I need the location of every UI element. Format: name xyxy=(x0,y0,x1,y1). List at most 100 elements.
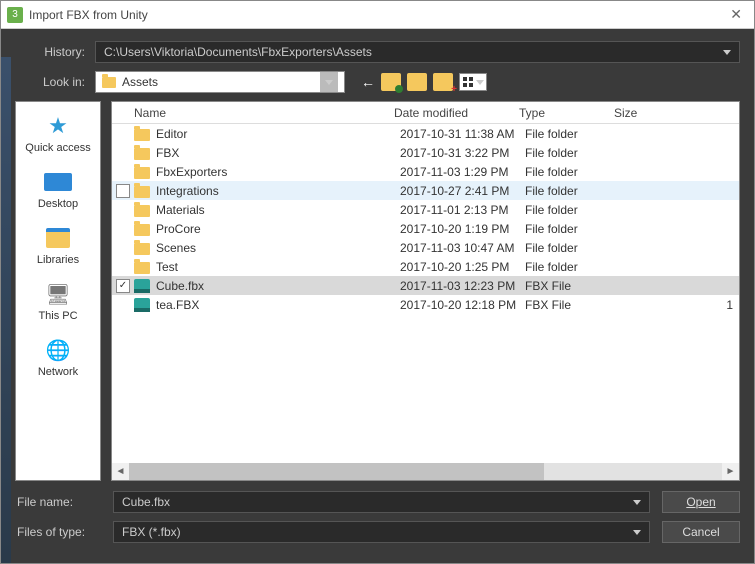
file-name: Materials xyxy=(156,203,400,217)
up-folder-icon[interactable] xyxy=(381,73,401,91)
file-size: 1 xyxy=(620,298,739,312)
column-headers: Name Date modified Type Size xyxy=(112,102,739,124)
chevron-down-icon xyxy=(723,50,731,55)
libraries-icon xyxy=(46,228,70,248)
chevron-down-icon xyxy=(476,80,484,85)
col-type[interactable]: Type xyxy=(519,106,614,120)
file-type: File folder xyxy=(525,241,620,255)
folder-icon xyxy=(102,77,116,88)
checkbox[interactable] xyxy=(116,184,130,198)
filetype-label: Files of type: xyxy=(15,525,101,539)
file-name: FbxExporters xyxy=(156,165,400,179)
view-menu-button[interactable] xyxy=(459,73,487,91)
bottom-controls: File name: Cube.fbx Open Files of type: … xyxy=(1,481,740,551)
file-row[interactable]: Integrations2017-10-27 2:41 PMFile folde… xyxy=(112,181,739,200)
star-icon: ★ xyxy=(48,113,68,139)
nav-toolbar: ← xyxy=(361,73,487,91)
chevron-down-icon xyxy=(320,72,338,92)
file-date: 2017-11-03 10:47 AM xyxy=(400,241,525,255)
dialog-body: History: C:\Users\Viktoria\Documents\Fbx… xyxy=(1,29,754,563)
new-folder-icon[interactable] xyxy=(433,73,453,91)
desktop-icon xyxy=(44,173,72,191)
col-name[interactable]: Name xyxy=(134,106,394,120)
app-icon: 3 xyxy=(7,7,23,23)
cancel-button[interactable]: Cancel xyxy=(662,521,740,543)
file-row[interactable]: ProCore2017-10-20 1:19 PMFile folder xyxy=(112,219,739,238)
file-name: FBX xyxy=(156,146,400,160)
filename-input[interactable]: Cube.fbx xyxy=(113,491,650,513)
folder-tool-icon[interactable] xyxy=(407,73,427,91)
file-row[interactable]: Cube.fbx2017-11-03 12:23 PMFBX File xyxy=(112,276,739,295)
chevron-down-icon xyxy=(633,530,641,535)
network-icon: 🌐 xyxy=(46,338,71,363)
filetype-dropdown[interactable]: FBX (*.fbx) xyxy=(113,521,650,543)
left-strip xyxy=(1,57,11,563)
file-date: 2017-10-31 3:22 PM xyxy=(400,146,525,160)
sidebar-item-label: Desktop xyxy=(38,198,78,210)
file-type: File folder xyxy=(525,146,620,160)
fbx-file-icon xyxy=(134,298,150,312)
file-row[interactable]: Test2017-10-20 1:25 PMFile folder xyxy=(112,257,739,276)
grid-icon xyxy=(463,77,473,87)
fbx-file-icon xyxy=(134,279,150,293)
sidebar-item-libraries[interactable]: Libraries xyxy=(16,222,100,276)
file-type: FBX File xyxy=(525,279,620,293)
sidebar-item-label: This PC xyxy=(38,310,77,322)
file-name: Scenes xyxy=(156,241,400,255)
history-label: History: xyxy=(15,45,95,59)
lookin-dropdown[interactable]: Assets xyxy=(95,71,345,93)
history-value: C:\Users\Viktoria\Documents\FbxExporters… xyxy=(104,45,372,59)
folder-icon xyxy=(134,243,150,255)
folder-icon xyxy=(134,224,150,236)
file-date: 2017-10-20 1:19 PM xyxy=(400,222,525,236)
scroll-right-icon[interactable]: ► xyxy=(722,463,739,480)
file-date: 2017-10-20 1:25 PM xyxy=(400,260,525,274)
file-row[interactable]: Materials2017-11-01 2:13 PMFile folder xyxy=(112,200,739,219)
file-name: Cube.fbx xyxy=(156,279,400,293)
file-date: 2017-11-03 1:29 PM xyxy=(400,165,525,179)
col-date[interactable]: Date modified xyxy=(394,106,519,120)
file-name: Editor xyxy=(156,127,400,141)
file-type: File folder xyxy=(525,184,620,198)
checkbox[interactable] xyxy=(116,279,130,293)
folder-icon xyxy=(134,205,150,217)
file-date: 2017-10-27 2:41 PM xyxy=(400,184,525,198)
filename-value: Cube.fbx xyxy=(122,495,170,509)
back-icon[interactable]: ← xyxy=(361,74,375,90)
file-name: Test xyxy=(156,260,400,274)
file-row[interactable]: tea.FBX2017-10-20 12:18 PMFBX File1 xyxy=(112,295,739,314)
sidebar-item-label: Network xyxy=(38,366,78,378)
history-dropdown[interactable]: C:\Users\Viktoria\Documents\FbxExporters… xyxy=(95,41,740,63)
file-row[interactable]: Editor2017-10-31 11:38 AMFile folder xyxy=(112,124,739,143)
folder-icon xyxy=(134,148,150,160)
window-title: Import FBX from Unity xyxy=(29,8,148,22)
sidebar-item-this-pc[interactable]: 🖥 This PC xyxy=(16,278,100,332)
filename-label: File name: xyxy=(15,495,101,509)
file-row[interactable]: FbxExporters2017-11-03 1:29 PMFile folde… xyxy=(112,162,739,181)
scroll-thumb[interactable] xyxy=(129,463,544,480)
scroll-track[interactable] xyxy=(129,463,722,480)
folder-icon xyxy=(134,167,150,179)
sidebar-item-label: Quick access xyxy=(25,142,90,154)
open-button[interactable]: Open xyxy=(662,491,740,513)
file-type: File folder xyxy=(525,203,620,217)
file-row[interactable]: Scenes2017-11-03 10:47 AMFile folder xyxy=(112,238,739,257)
file-date: 2017-10-20 12:18 PM xyxy=(400,298,525,312)
close-icon[interactable]: ✕ xyxy=(724,6,748,23)
sidebar-item-desktop[interactable]: Desktop xyxy=(16,166,100,220)
sidebar-item-quick-access[interactable]: ★ Quick access xyxy=(16,110,100,164)
pc-icon: 🖥 xyxy=(45,282,70,307)
h-scrollbar[interactable]: ◄ ► xyxy=(112,463,739,480)
folder-icon xyxy=(134,129,150,141)
col-size[interactable]: Size xyxy=(614,106,739,120)
file-row[interactable]: FBX2017-10-31 3:22 PMFile folder xyxy=(112,143,739,162)
file-date: 2017-11-01 2:13 PM xyxy=(400,203,525,217)
file-type: File folder xyxy=(525,260,620,274)
file-date: 2017-11-03 12:23 PM xyxy=(400,279,525,293)
file-type: File folder xyxy=(525,127,620,141)
lookin-label: Look in: xyxy=(15,75,95,89)
file-name: ProCore xyxy=(156,222,400,236)
sidebar-item-network[interactable]: 🌐 Network xyxy=(16,334,100,388)
file-rows: Editor2017-10-31 11:38 AMFile folderFBX2… xyxy=(112,124,739,463)
scroll-left-icon[interactable]: ◄ xyxy=(112,463,129,480)
